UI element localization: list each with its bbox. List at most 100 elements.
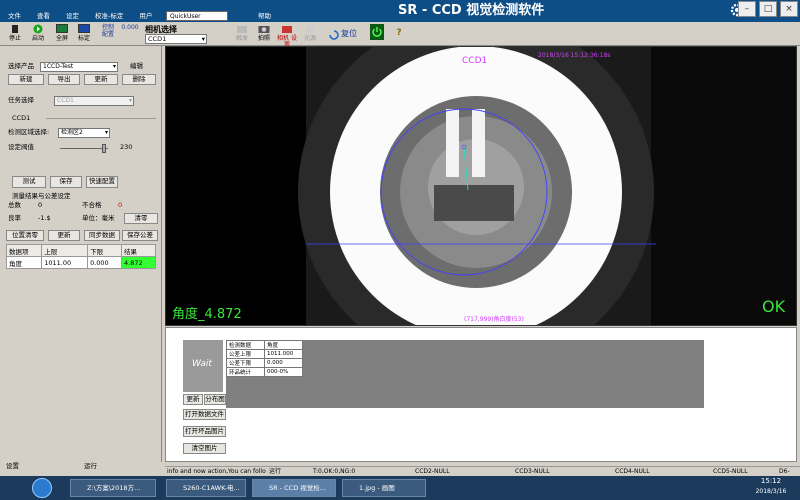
table-cell[interactable]: 0.000: [87, 256, 123, 269]
reset-icon: [329, 29, 339, 40]
camera-settings-button[interactable]: 相机 设置: [277, 24, 297, 49]
update-button[interactable]: 更新: [84, 74, 118, 85]
light-source-button[interactable]: 光源: [300, 24, 320, 44]
control-config[interactable]: 控制 配置: [98, 24, 118, 44]
menu-view[interactable]: 查看: [29, 10, 58, 22]
task-select-dropdown[interactable]: CCD1: [54, 96, 134, 106]
camera-view[interactable]: CCD1 2018/3/16 15:12:36:18s 角度_4.872 (71…: [165, 46, 797, 326]
light-source-label: 光源: [303, 35, 316, 42]
maximize-button[interactable]: □: [759, 1, 777, 17]
export-button[interactable]: 导出: [48, 74, 80, 85]
power-button[interactable]: [370, 24, 384, 44]
table-cell: 000-0%: [264, 367, 303, 377]
stats-table: 检测数据 角度 公差上限 1011.000 公差下限 0.000 环品统计 000-0%: [226, 340, 303, 377]
stop-icon: [12, 25, 18, 33]
status-run: 运行: [269, 468, 282, 475]
wait-thumbnail: Wait: [183, 340, 223, 392]
test-button[interactable]: 测试: [12, 176, 46, 188]
ccd-overlay-label: CCD1: [462, 56, 488, 66]
result-cell: 4.872: [121, 256, 156, 269]
minimize-button[interactable]: –: [738, 1, 756, 17]
taskbar-item-doc[interactable]: S260-C1AWK-电...: [166, 479, 246, 497]
table-row[interactable]: 角度 1011.00 0.000 4.872: [5, 256, 156, 269]
unit-label: 单位：毫米: [82, 214, 115, 222]
update-data-button[interactable]: 更新: [48, 230, 80, 241]
open-data-file-button[interactable]: 打开数据文件: [183, 409, 226, 420]
app-window: 文件 查看 设定 校准-标定 用户 QuickUser 帮助 SR - CCD …: [0, 0, 800, 500]
threshold-value: 230: [120, 143, 133, 151]
toolbar: 停止 启动 全屏 标定 控制 配置 0.000 相机选择 CCD1 触发 拍照: [0, 22, 800, 49]
fullscreen-button[interactable]: 全屏: [52, 24, 72, 44]
menu-settings[interactable]: 设定: [58, 10, 87, 22]
help-button[interactable]: ?: [392, 24, 406, 44]
table-header-cell: 上限: [41, 244, 89, 257]
open-ng-image-button[interactable]: 打开坏品图片: [183, 426, 226, 437]
yield-value: -1.$: [38, 214, 51, 222]
clear-images-button[interactable]: 清空图片: [183, 443, 226, 454]
threshold-slider-track[interactable]: [60, 148, 108, 149]
menu-file[interactable]: 文件: [0, 10, 29, 22]
clock-date: 2018/3/16: [755, 488, 787, 495]
taskbar-item-ccd-app[interactable]: SR - CCD 视觉检...: [252, 479, 336, 497]
position-clear-button[interactable]: 位置清零: [6, 230, 44, 241]
table-header-cell: 结果: [121, 244, 156, 257]
table-row: 环品统计 000-0%: [226, 367, 303, 377]
tab-settings[interactable]: 设置: [6, 462, 19, 471]
system-clock[interactable]: 15:12 2018/3/16: [742, 476, 800, 500]
taskbar: Z:\方案\2018方... S260-C1AWK-电... SR - CCD …: [0, 476, 800, 500]
quick-config-button[interactable]: 快速配置: [86, 176, 118, 188]
ng-label: 不合格: [82, 201, 102, 209]
start-icon: [33, 24, 43, 34]
control-label: 控制: [101, 24, 114, 31]
bottom-update-button[interactable]: 更新: [183, 394, 203, 405]
stop-button[interactable]: 停止: [4, 24, 26, 44]
table-cell: 角度: [5, 256, 43, 269]
status-ccd5: CCD5-NULL: [713, 468, 748, 475]
left-panel: 选择产品 1CCD-Test 编辑 新建 导出 更新 删除 任务选择 CCD1 …: [0, 46, 162, 470]
close-button[interactable]: ×: [780, 1, 798, 17]
menu-calibration[interactable]: 校准-标定: [87, 10, 131, 22]
status-counts: T:0,OK:0,NG:0: [313, 468, 356, 475]
calibrate-button[interactable]: 标定: [74, 24, 94, 44]
taskbar-item-explorer[interactable]: Z:\方案\2018方...: [70, 479, 156, 497]
table-cell[interactable]: 1011.00: [41, 256, 89, 269]
status-ccd2: CCD2-NULL: [415, 468, 450, 475]
table-header-cell: 下限: [87, 244, 123, 257]
fullscreen-label: 全屏: [55, 35, 68, 42]
threshold-slider-handle[interactable]: [102, 144, 106, 153]
select-product-dropdown[interactable]: 1CCD-Test: [40, 62, 118, 72]
table-row: 公差下限 0.000: [226, 358, 303, 368]
region-select-dropdown[interactable]: 检测区2: [58, 128, 110, 138]
camera-icon: [258, 26, 270, 33]
reset-button[interactable]: 复位: [324, 24, 362, 44]
photo-button[interactable]: 拍照: [254, 24, 274, 44]
sync-data-button[interactable]: 同步数据: [84, 230, 120, 241]
tab-run[interactable]: 运行: [84, 462, 97, 471]
camera-select-dropdown[interactable]: CCD1: [145, 34, 207, 44]
distribution-chart-button[interactable]: 分布图: [204, 394, 226, 405]
select-product-label: 选择产品: [8, 62, 34, 70]
start-button[interactable]: 启动: [28, 24, 48, 44]
table-cell: 0.000: [264, 358, 303, 368]
trigger-button[interactable]: 触发: [232, 24, 252, 44]
clear-button[interactable]: 清零: [124, 213, 158, 224]
menu-help[interactable]: 帮助: [258, 10, 271, 22]
edit-link[interactable]: 编辑: [130, 62, 143, 71]
status-message: info and now action,You can follo: [167, 468, 266, 475]
taskbar-item-paint[interactable]: 1.jpg - 画图: [342, 479, 426, 497]
new-button[interactable]: 新建: [8, 74, 44, 85]
window-controls: – □ ×: [738, 0, 800, 18]
save-button[interactable]: 保存: [50, 176, 82, 188]
ccd-label: CCD1: [12, 114, 31, 122]
menu-user[interactable]: 用户: [131, 10, 160, 22]
save-tolerance-button[interactable]: 保存公差: [122, 230, 158, 241]
current-user-field[interactable]: QuickUser: [166, 11, 228, 21]
app-title: SR - CCD 视觉检测软件: [398, 3, 545, 18]
monitor-blue-icon: [78, 24, 90, 33]
delete-button[interactable]: 删除: [122, 74, 156, 85]
ng-value: 0: [118, 201, 123, 209]
light-icon: [306, 25, 314, 33]
camera-image: [298, 47, 656, 325]
table-cell: 公差上限: [226, 349, 265, 359]
start-menu-button[interactable]: [32, 478, 52, 498]
